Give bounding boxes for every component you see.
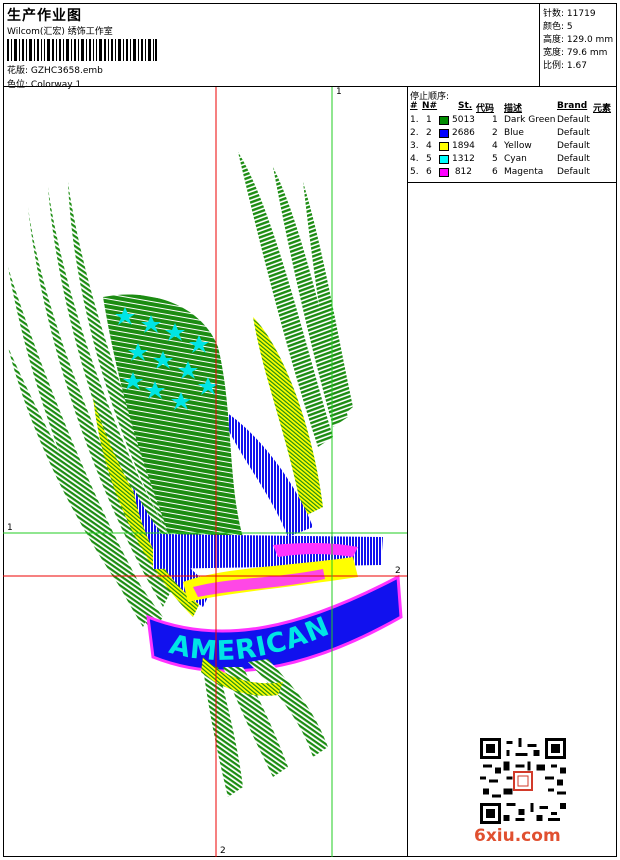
row-brand: Default xyxy=(557,115,590,125)
row-description: Blue xyxy=(504,128,524,138)
stat-width: 宽度: 79.6 mm xyxy=(543,48,608,58)
stop-sequence-panel: 停止顺序: # N# St. 代码 描述 Brand 元素 1. 1 5013 1 Da… xyxy=(408,87,617,183)
row-stitches: 812 xyxy=(454,167,472,177)
color-swatch xyxy=(439,142,449,151)
design-name: 花版: GZHC3658.emb xyxy=(7,66,103,76)
col-brand: Brand xyxy=(557,101,588,111)
row-code: 1 xyxy=(492,115,498,125)
color-swatch xyxy=(439,116,449,125)
row-stitches: 1894 xyxy=(452,141,475,151)
row-brand: Default xyxy=(557,167,590,177)
stat-colors: 颜色: 5 xyxy=(543,22,573,32)
col-st: St. xyxy=(458,101,473,111)
tail-feathers xyxy=(201,657,328,797)
design-canvas: AMERICAN 1 1 2 2 xyxy=(3,87,408,857)
row-description: Cyan xyxy=(504,154,527,164)
col-element: 元素 xyxy=(593,104,612,114)
guide-label-bottom: 2 xyxy=(220,846,226,856)
row-description: Dark Green xyxy=(504,115,556,125)
page-title: 生产作业图 xyxy=(7,8,82,24)
embroidery-artwork: AMERICAN xyxy=(3,87,407,857)
row-stitches: 5013 xyxy=(452,115,475,125)
col-code: 代码 xyxy=(476,104,495,114)
col-n: N# xyxy=(422,101,438,111)
row-n: 1 xyxy=(426,115,432,125)
row-n: 6 xyxy=(426,167,432,177)
guide-label-top: 1 xyxy=(336,87,342,97)
row-brand: Default xyxy=(557,141,590,151)
company-name: Wilcom(汇宏) 绣饰工作室 xyxy=(7,27,113,37)
qr-code xyxy=(480,738,566,824)
row-brand: Default xyxy=(557,154,590,164)
row-n: 2 xyxy=(426,128,432,138)
row-hash: 4. xyxy=(410,154,419,164)
row-code: 4 xyxy=(492,141,498,151)
guide-label-right: 2 xyxy=(395,566,401,576)
guide-label-left: 1 xyxy=(7,523,13,533)
row-n: 5 xyxy=(426,154,432,164)
row-description: Yellow xyxy=(504,141,532,151)
row-brand: Default xyxy=(557,128,590,138)
stop-sequence-row: 4. 5 1312 5 Cyan Default xyxy=(408,154,617,167)
stop-sequence-row: 3. 4 1894 4 Yellow Default xyxy=(408,141,617,154)
barcode xyxy=(7,39,157,61)
row-hash: 1. xyxy=(410,115,419,125)
row-description: Magenta xyxy=(504,167,544,177)
stats-panel: 针数: 11719 颜色: 5 高度: 129.0 mm 宽度: 79.6 mm… xyxy=(540,3,617,87)
color-swatch xyxy=(439,168,449,177)
stat-scale: 比例: 1.67 xyxy=(543,61,587,71)
col-hash: # xyxy=(410,101,418,111)
row-stitches: 2686 xyxy=(452,128,475,138)
row-code: 6 xyxy=(492,167,498,177)
watermark-logo: 6xiu.com xyxy=(474,826,561,846)
color-swatch xyxy=(439,129,449,138)
row-hash: 2. xyxy=(410,128,419,138)
stop-sequence-row: 2. 2 2686 2 Blue Default xyxy=(408,128,617,141)
stat-stitches: 针数: 11719 xyxy=(543,9,596,19)
row-stitches: 1312 xyxy=(452,154,475,164)
stop-sequence-row: 1. 1 5013 1 Dark Green Default xyxy=(408,115,617,128)
col-desc: 描述 xyxy=(504,104,523,114)
right-wing xyxy=(218,152,353,537)
header-info: 生产作业图 Wilcom(汇宏) 绣饰工作室 花版: GZHC3658.emb … xyxy=(3,3,540,90)
stop-sequence-row: 5. 6 812 6 Magenta Default xyxy=(408,167,617,180)
row-hash: 3. xyxy=(410,141,419,151)
row-n: 4 xyxy=(426,141,432,151)
row-hash: 5. xyxy=(410,167,419,177)
row-code: 5 xyxy=(492,154,498,164)
stat-height: 高度: 129.0 mm xyxy=(543,35,614,45)
row-code: 2 xyxy=(492,128,498,138)
color-swatch xyxy=(439,155,449,164)
